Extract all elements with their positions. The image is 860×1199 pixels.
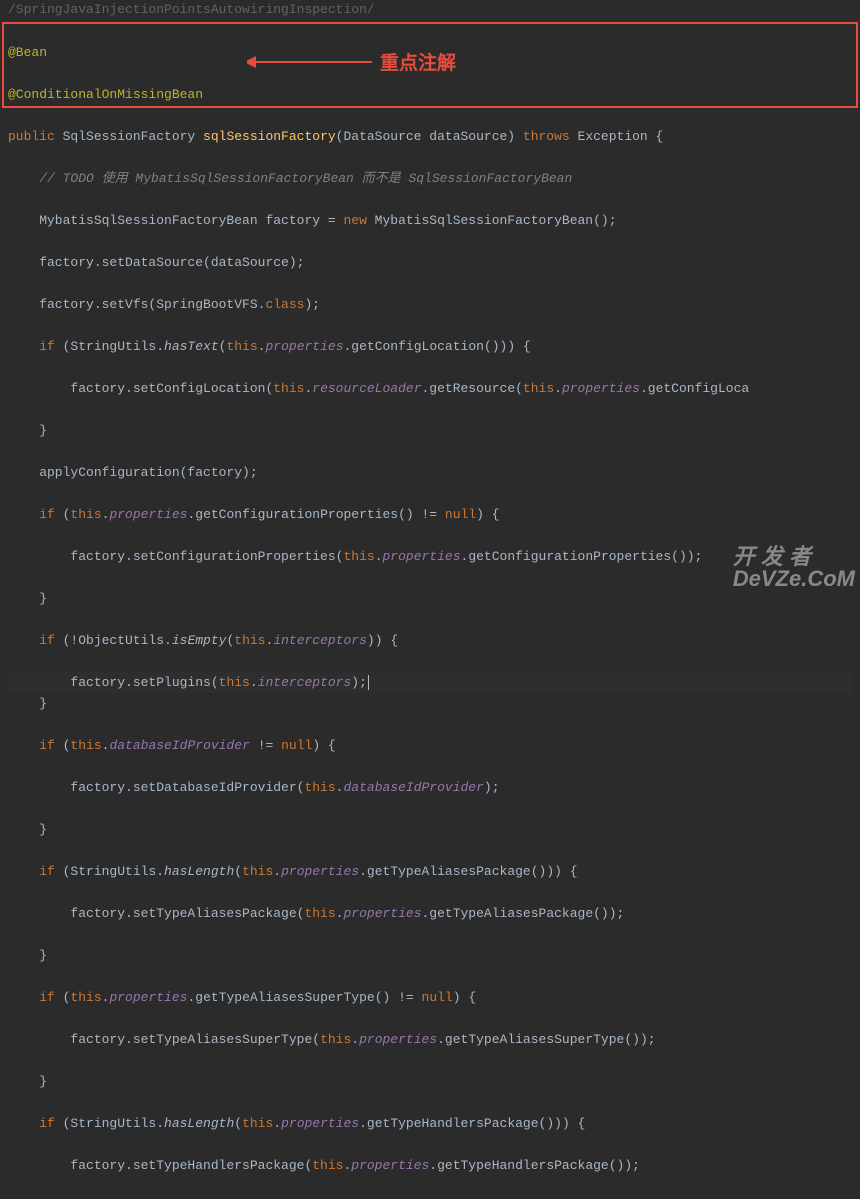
breadcrumb: /SpringJavaInjectionPointsAutowiringInsp… [0,0,860,19]
code-line: MybatisSqlSessionFactoryBean factory = n… [8,210,852,231]
code-line: applyConfiguration(factory); [8,462,852,483]
code-line-cursor: factory.setPlugins(this.interceptors); [8,672,852,693]
code-line: factory.setConfigLocation(this.resourceL… [8,378,852,399]
code-editor[interactable]: @Bean @ConditionalOnMissingBean public S… [0,19,860,1199]
code-line: if (this.properties.getTypeAliasesSuperT… [8,987,852,1008]
code-line: } [8,1071,852,1092]
method-signature: public SqlSessionFactory sqlSessionFacto… [8,126,852,147]
code-line: factory.setTypeAliasesPackage(this.prope… [8,903,852,924]
caret-icon [368,675,369,690]
comment-todo: // TODO 使用 MybatisSqlSessionFactoryBean … [8,171,572,186]
code-line: factory.setVfs(SpringBootVFS.class); [8,294,852,315]
code-line: factory.setDataSource(dataSource); [8,252,852,273]
code-line: factory.setDatabaseIdProvider(this.datab… [8,777,852,798]
code-line: } [8,819,852,840]
code-line: if (StringUtils.hasText(this.properties.… [8,336,852,357]
code-line: if (!ObjectUtils.isEmpty(this.intercepto… [8,630,852,651]
code-line: } [8,420,852,441]
code-line: if (this.databaseIdProvider != null) { [8,735,852,756]
annotation-bean: @Bean [8,45,47,60]
code-line: if (StringUtils.hasLength(this.propertie… [8,1113,852,1134]
annotation-conditional: @ConditionalOnMissingBean [8,87,203,102]
code-line: } [8,945,852,966]
code-line: factory.setTypeAliasesSuperType(this.pro… [8,1029,852,1050]
code-line: factory.setConfigurationProperties(this.… [8,546,852,567]
code-line: if (this.properties.getConfigurationProp… [8,504,852,525]
code-line: } [8,588,852,609]
code-line: factory.setTypeHandlersPackage(this.prop… [8,1155,852,1176]
code-line: if (StringUtils.hasLength(this.propertie… [8,861,852,882]
code-line: } [8,693,852,714]
